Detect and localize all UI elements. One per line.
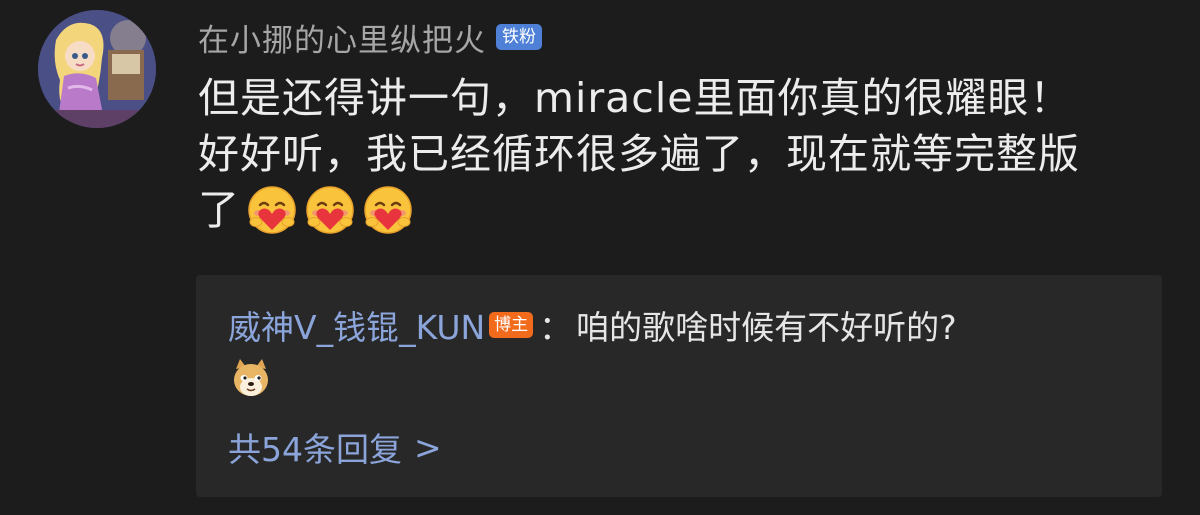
avatar-illustration — [38, 10, 156, 128]
reply-author[interactable]: 威神V_钱锟_KUN — [228, 301, 485, 349]
reply-preview[interactable]: 威神V_钱锟_KUN 博主 ： 咱的歌啥时候有不好听的? 共54条回复 > — [196, 275, 1162, 497]
reply-count-label: 共54条回复 — [228, 430, 402, 469]
comment-thread: 在小挪的心里纵把火 铁粉 但是还得讲一句，miracle里面你真的很耀眼！ 好好… — [0, 0, 1200, 515]
chevron-right-icon: > — [414, 427, 442, 467]
comment-header: 在小挪的心里纵把火 铁粉 — [198, 14, 542, 60]
fan-badge: 铁粉 — [496, 24, 542, 50]
user-avatar[interactable] — [38, 10, 156, 128]
comment-body: 但是还得讲一句，miracle里面你真的很耀眼！ 好好听，我已经循环很多遍了，现… — [198, 70, 1178, 238]
hug-heart-emoji-icon — [246, 184, 298, 236]
comment-username[interactable]: 在小挪的心里纵把火 — [198, 15, 486, 60]
comment-line-3: 了 — [198, 182, 1178, 238]
author-badge: 博主 — [489, 312, 534, 338]
reply-separator: ： — [539, 308, 573, 347]
comment-line-2: 好好听，我已经循环很多遍了，现在就等完整版 — [198, 130, 1080, 178]
reply-text: 咱的歌啥时候有不好听的? — [576, 308, 957, 347]
hug-heart-emoji-icon — [362, 184, 414, 236]
reply-item: 威神V_钱锟_KUN 博主 ： 咱的歌啥时候有不好听的? — [228, 303, 957, 347]
view-all-replies-link[interactable]: 共54条回复 > — [228, 425, 442, 470]
doge-emoji-icon — [230, 357, 272, 399]
hug-heart-emoji-icon — [304, 184, 356, 236]
comment-line-3-text: 了 — [198, 186, 240, 234]
comment-line-1: 但是还得讲一句，miracle里面你真的很耀眼！ — [198, 74, 1072, 122]
